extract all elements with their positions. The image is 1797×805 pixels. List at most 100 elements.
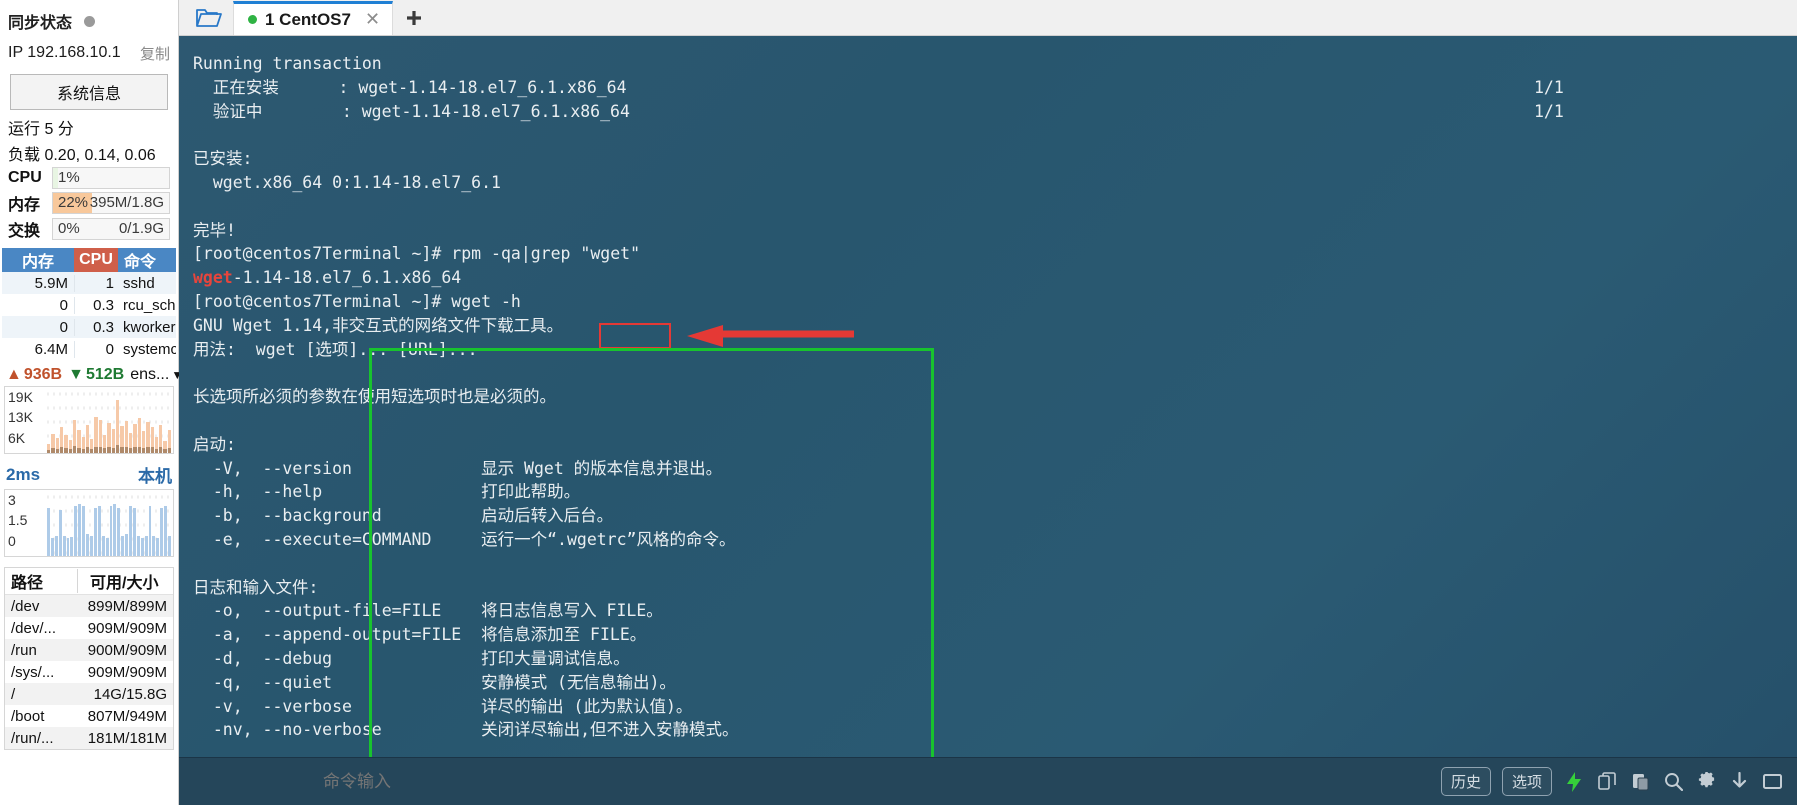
- disk-path: /dev/...: [11, 619, 57, 637]
- latency-bar: [82, 506, 86, 556]
- memory-meter-label: 内存: [8, 197, 41, 214]
- latency-host-label: 本机: [138, 467, 172, 486]
- network-interface-label: ens...: [130, 366, 170, 383]
- system-info-button[interactable]: 系统信息: [10, 74, 168, 110]
- tab-centos7[interactable]: 1 CentOS7 ✕: [233, 1, 394, 35]
- app-root: 同步状态 IP 192.168.10.1 复制 系统信息 运行 5 分 负载 0…: [0, 0, 1797, 805]
- latency-bar: [132, 508, 136, 556]
- copy-ip-button[interactable]: 复制: [140, 43, 170, 64]
- disk-size: 899M/899M: [87, 597, 167, 615]
- network-bar: [150, 427, 154, 453]
- terminal-line: 长选项所必须的参数在使用短选项时也是必须的。: [193, 387, 556, 407]
- network-bar: [77, 430, 81, 453]
- memory-meter-pct: 22%: [58, 194, 89, 211]
- list-item[interactable]: /run/... 181M/181M: [5, 727, 173, 749]
- sysinfo-button-wrap: 系统信息: [0, 68, 178, 114]
- terminal-line: [root@centos7Terminal ~]# rpm -qa|grep "…: [193, 244, 641, 264]
- list-item[interactable]: /dev 899M/899M: [5, 595, 173, 617]
- latency-tick-0: 3: [8, 492, 16, 508]
- table-row[interactable]: 6.4M 0 systemc: [2, 338, 176, 360]
- process-cpu: 0: [74, 340, 118, 358]
- network-graph-axis: 19K 13K 6K: [5, 387, 45, 453]
- process-header-cpu[interactable]: CPU: [74, 248, 118, 272]
- command-input[interactable]: [193, 770, 1441, 793]
- lightning-icon[interactable]: [1563, 771, 1585, 793]
- table-row[interactable]: 0 0.3 kworker: [2, 316, 176, 338]
- terminal-line: 验证中 : wget-1.14-18.el7_6.1.x86_64 1/1: [193, 100, 1797, 124]
- network-bar: [116, 400, 120, 453]
- list-item[interactable]: /run 900M/909M: [5, 639, 173, 661]
- process-header-memory[interactable]: 内存: [2, 248, 74, 272]
- latency-bar: [152, 536, 156, 556]
- process-memory: 0: [59, 318, 68, 336]
- terminal-line: -e, --execute=COMMAND 运行一个“.wgetrc”风格的命令…: [193, 529, 736, 549]
- options-button[interactable]: 选项: [1501, 767, 1552, 796]
- network-header[interactable]: ▲ 936B ▼ 512B ens... ▼: [0, 360, 183, 386]
- latency-bar: [47, 508, 50, 556]
- terminal-line: -h, --help 打印此帮助。: [193, 482, 581, 502]
- list-item[interactable]: /sys/... 909M/909M: [5, 661, 173, 683]
- disk-header-path: 路径: [11, 575, 44, 592]
- disk-path: /dev: [11, 597, 40, 615]
- download-icon[interactable]: [1728, 771, 1750, 793]
- latency-bar: [168, 536, 171, 556]
- cpu-meter-label: CPU: [8, 169, 42, 186]
- terminal-line: 日志和输入文件:: [193, 577, 319, 597]
- process-cpu: 0.3: [74, 318, 118, 336]
- latency-tick-1: 1.5: [8, 512, 28, 528]
- terminal-line: wget-1.14-18.el7_6.1.x86_64: [193, 268, 462, 288]
- network-upload-value: 936B: [23, 366, 63, 383]
- disk-table-header: 路径 可用/大小: [5, 568, 173, 595]
- list-item[interactable]: /dev/... 909M/909M: [5, 617, 173, 639]
- new-tab-button[interactable]: [393, 1, 435, 35]
- main-area: 1 CentOS7 ✕ Running transaction 正在安装 : w…: [179, 0, 1797, 805]
- search-icon[interactable]: [1662, 771, 1684, 793]
- disk-table: 路径 可用/大小 /dev 899M/899M /dev/... 909M/90…: [4, 567, 174, 750]
- terminal-line: 已安装:: [193, 149, 253, 169]
- list-item[interactable]: / 14G/15.8G: [5, 683, 173, 705]
- ip-address-label: IP 192.168.10.1: [8, 44, 121, 61]
- process-memory: 5.9M: [34, 274, 68, 292]
- connected-dot-icon: [248, 15, 257, 24]
- ip-row: IP 192.168.10.1 复制: [0, 38, 178, 68]
- list-item[interactable]: /boot 807M/949M: [5, 705, 173, 727]
- network-graph-plot: [45, 387, 173, 453]
- close-icon[interactable]: ✕: [365, 9, 380, 30]
- process-memory: 0: [59, 296, 68, 314]
- network-download-value: 512B: [85, 366, 125, 383]
- latency-bar: [136, 536, 140, 556]
- terminal-line: [root@centos7Terminal ~]# wget -h: [193, 291, 521, 311]
- disk-size: 909M/909M: [87, 619, 167, 637]
- cpu-meter-row: CPU 1%: [0, 166, 178, 190]
- process-cpu: 1: [74, 274, 118, 292]
- arrow-down-icon: ▼: [68, 366, 84, 383]
- copy-icon[interactable]: [1596, 771, 1618, 793]
- table-row[interactable]: 0 0.3 rcu_sche: [2, 294, 176, 316]
- history-button[interactable]: 历史: [1440, 767, 1491, 796]
- status-dot-icon: [84, 15, 96, 27]
- terminal-viewport[interactable]: Running transaction 正在安装 : wget-1.14-18.…: [179, 36, 1797, 757]
- latency-bar: [74, 506, 78, 556]
- open-folder-icon[interactable]: [185, 1, 233, 35]
- process-cpu: 0.3: [74, 296, 118, 314]
- terminal-line: -v, --verbose 详尽的输出 (此为默认值)。: [193, 696, 693, 716]
- network-tick-2: 6K: [8, 430, 26, 446]
- network-bar: [51, 434, 55, 453]
- latency-bar: [70, 537, 74, 556]
- latency-header: 2ms 本机: [0, 454, 178, 489]
- cpu-meter-bar: 1%: [52, 167, 170, 189]
- swap-meter-pct: 0%: [58, 220, 80, 237]
- disk-size: 14G/15.8G: [93, 685, 167, 703]
- network-bar: [133, 424, 137, 453]
- terminal-line: -nv, --no-verbose 关闭详尽输出,但不进入安静模式。: [193, 720, 739, 740]
- paste-icon[interactable]: [1629, 771, 1651, 793]
- latency-bar: [105, 538, 109, 556]
- network-graph: 19K 13K 6K: [4, 386, 174, 454]
- gear-icon[interactable]: [1695, 771, 1717, 793]
- table-row[interactable]: 5.9M 1 sshd: [2, 272, 176, 294]
- process-header-command[interactable]: 命令: [118, 248, 176, 272]
- network-bar: [120, 426, 124, 453]
- window-icon[interactable]: [1761, 771, 1783, 793]
- network-bar: [163, 441, 167, 453]
